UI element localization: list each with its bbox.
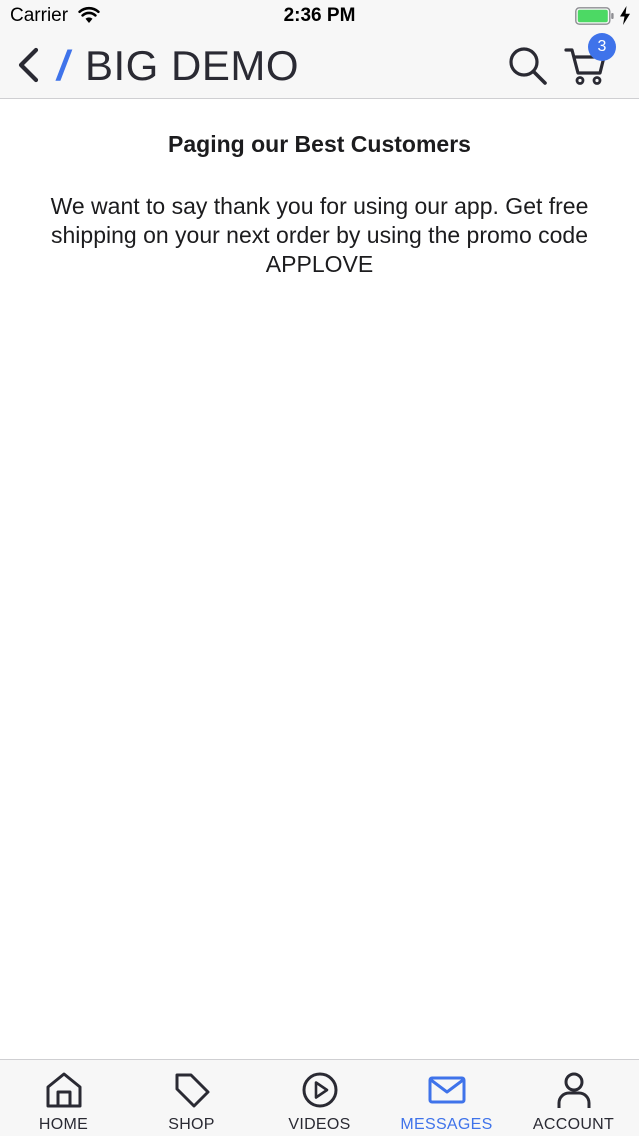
- tab-bar: HOME SHOP VIDEOS MESSAGES ACCOUNT: [0, 1059, 639, 1136]
- message-title: Paging our Best Customers: [168, 131, 471, 157]
- screen: Carrier 2:36 PM / BIG DEMO 3 Paging our …: [0, 0, 639, 1136]
- brand-title: BIG DEMO: [85, 42, 300, 89]
- clock: 2:36 PM: [283, 5, 356, 26]
- home-icon: [46, 1072, 82, 1108]
- charging-bolt-icon: [620, 6, 630, 25]
- battery-icon: [575, 7, 614, 25]
- search-icon[interactable]: [507, 46, 549, 86]
- tab-label: HOME: [38, 1116, 89, 1133]
- tag-icon: [175, 1073, 210, 1108]
- brand-slash: /: [57, 42, 69, 89]
- status-bar: Carrier 2:36 PM: [0, 0, 639, 32]
- play-icon: [302, 1072, 338, 1108]
- message-content: Paging our Best Customers We want to say…: [0, 100, 639, 1058]
- tab-videos[interactable]: VIDEOS: [256, 1060, 383, 1136]
- tab-label: SHOP: [168, 1116, 215, 1133]
- tab-label: VIDEOS: [288, 1116, 351, 1133]
- message-body: We want to say thank you for using our a…: [50, 193, 589, 277]
- tab-messages[interactable]: MESSAGES: [383, 1060, 510, 1136]
- tab-label: ACCOUNT: [532, 1116, 615, 1133]
- mail-icon: [428, 1076, 466, 1104]
- cart-count-badge: 3: [588, 33, 616, 61]
- nav-bar: / BIG DEMO: [0, 32, 639, 99]
- tab-account[interactable]: ACCOUNT: [510, 1060, 637, 1136]
- tab-home[interactable]: HOME: [0, 1060, 127, 1136]
- chevron-left-icon[interactable]: [14, 46, 44, 84]
- user-icon: [557, 1072, 591, 1108]
- tab-label: MESSAGES: [400, 1116, 493, 1133]
- tab-shop[interactable]: SHOP: [128, 1060, 255, 1136]
